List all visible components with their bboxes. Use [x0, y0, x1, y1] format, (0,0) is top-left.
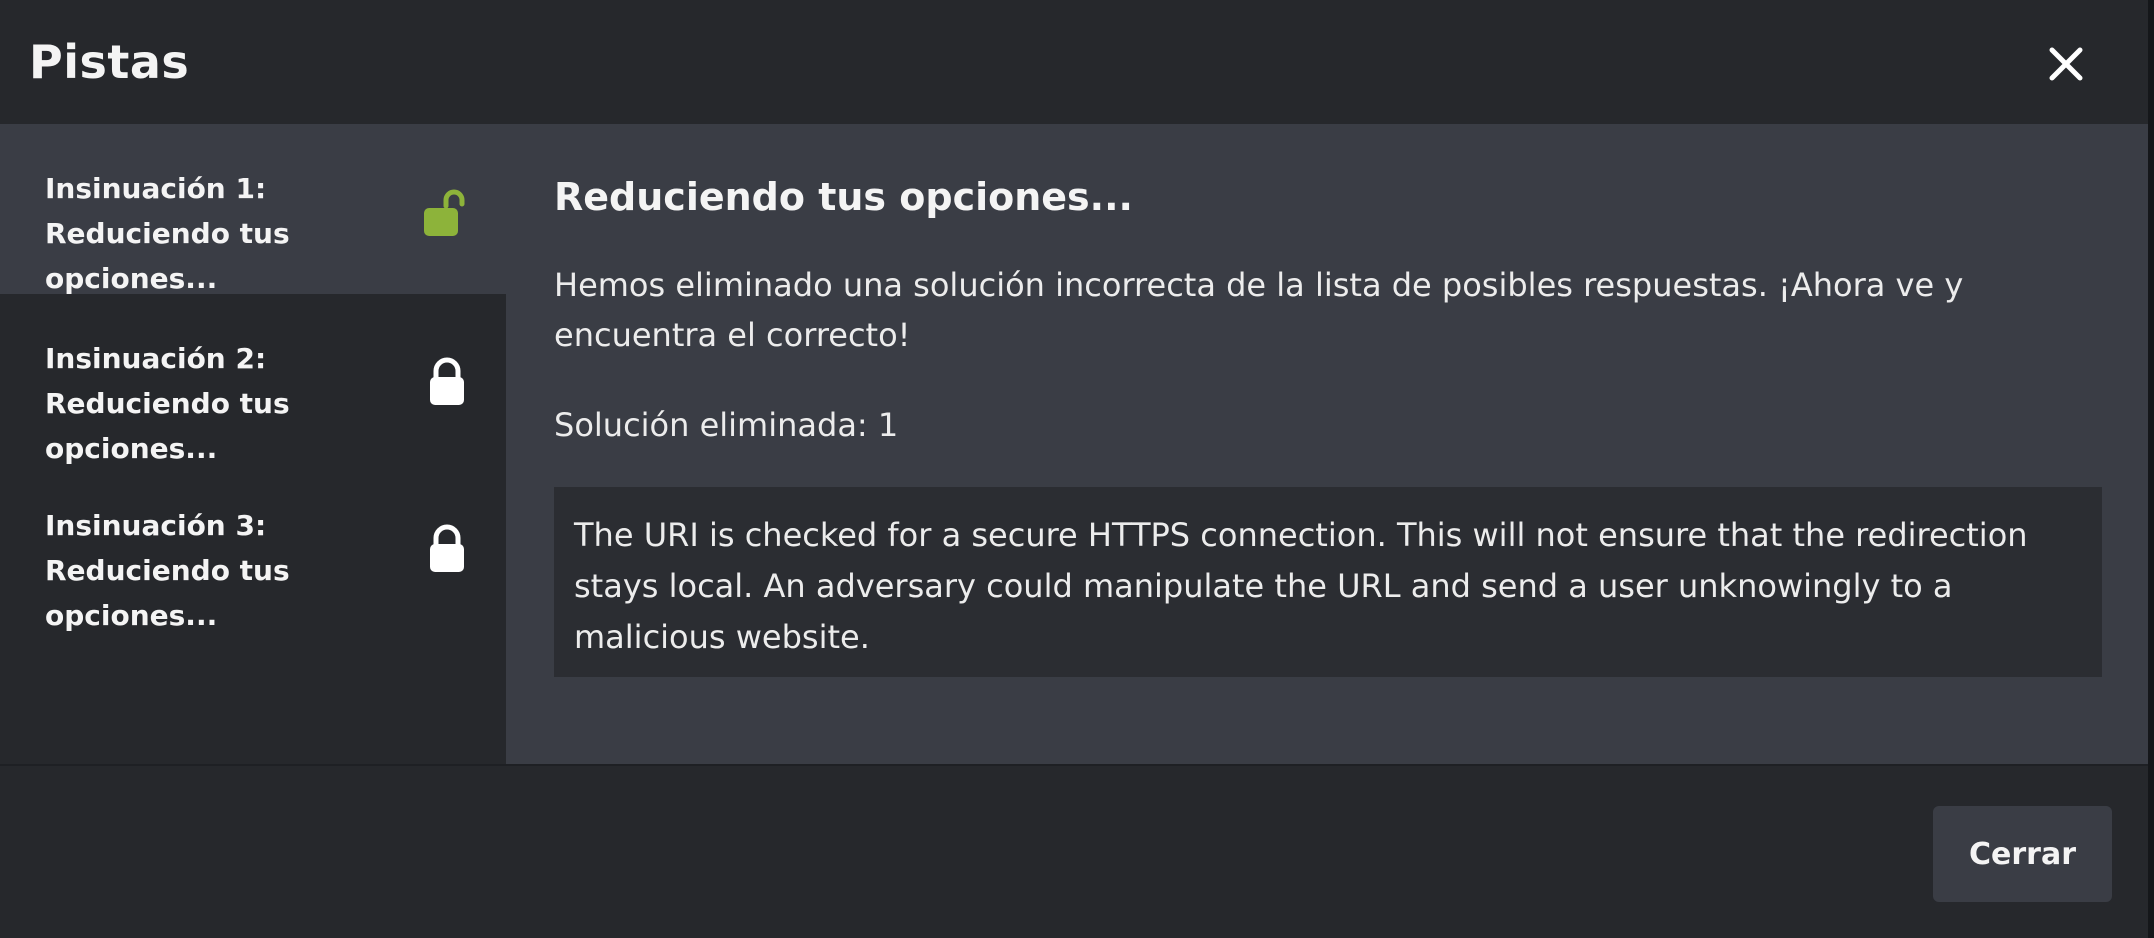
modal-header: Pistas	[0, 0, 2148, 124]
sidebar-item-hint-3[interactable]: Insinuación 3: Reduciendo tus opciones..…	[0, 461, 506, 632]
background-edge	[2148, 0, 2154, 938]
sidebar-item-label: Insinuación 3: Reduciendo tus opciones..…	[45, 509, 290, 632]
unlock-icon	[424, 189, 465, 236]
modal-footer: Cerrar	[0, 764, 2148, 938]
modal-title: Pistas	[29, 35, 190, 89]
sidebar-item-label: Insinuación 2: Reduciendo tus opciones..…	[45, 342, 290, 465]
close-modal-button[interactable]: Cerrar	[1933, 806, 2112, 902]
close-icon	[2049, 47, 2083, 81]
hint-title: Reduciendo tus opciones...	[554, 175, 1133, 219]
removed-answer-text: The URI is checked for a secure HTTPS co…	[574, 516, 2028, 656]
close-button[interactable]	[2040, 38, 2092, 90]
lock-icon	[430, 524, 464, 572]
sidebar-item-hint-1[interactable]: Insinuación 1: Reduciendo tus opciones..…	[0, 124, 506, 295]
removed-answer-box: The URI is checked for a secure HTTPS co…	[554, 487, 2102, 677]
sidebar-item-label: Insinuación 1: Reduciendo tus opciones..…	[45, 172, 290, 295]
lock-icon	[430, 357, 464, 405]
hints-sidebar: Insinuación 1: Reduciendo tus opciones..…	[0, 124, 506, 764]
modal-body: Insinuación 1: Reduciendo tus opciones..…	[0, 124, 2148, 764]
sidebar-item-hint-2[interactable]: Insinuación 2: Reduciendo tus opciones..…	[0, 294, 506, 465]
removed-solution-label: Solución eliminada: 1	[554, 406, 899, 444]
hints-modal: Pistas Insinuación 1: Reduciendo tus opc…	[0, 0, 2148, 938]
hint-text: Hemos eliminado una solución incorrecta …	[554, 266, 1964, 354]
